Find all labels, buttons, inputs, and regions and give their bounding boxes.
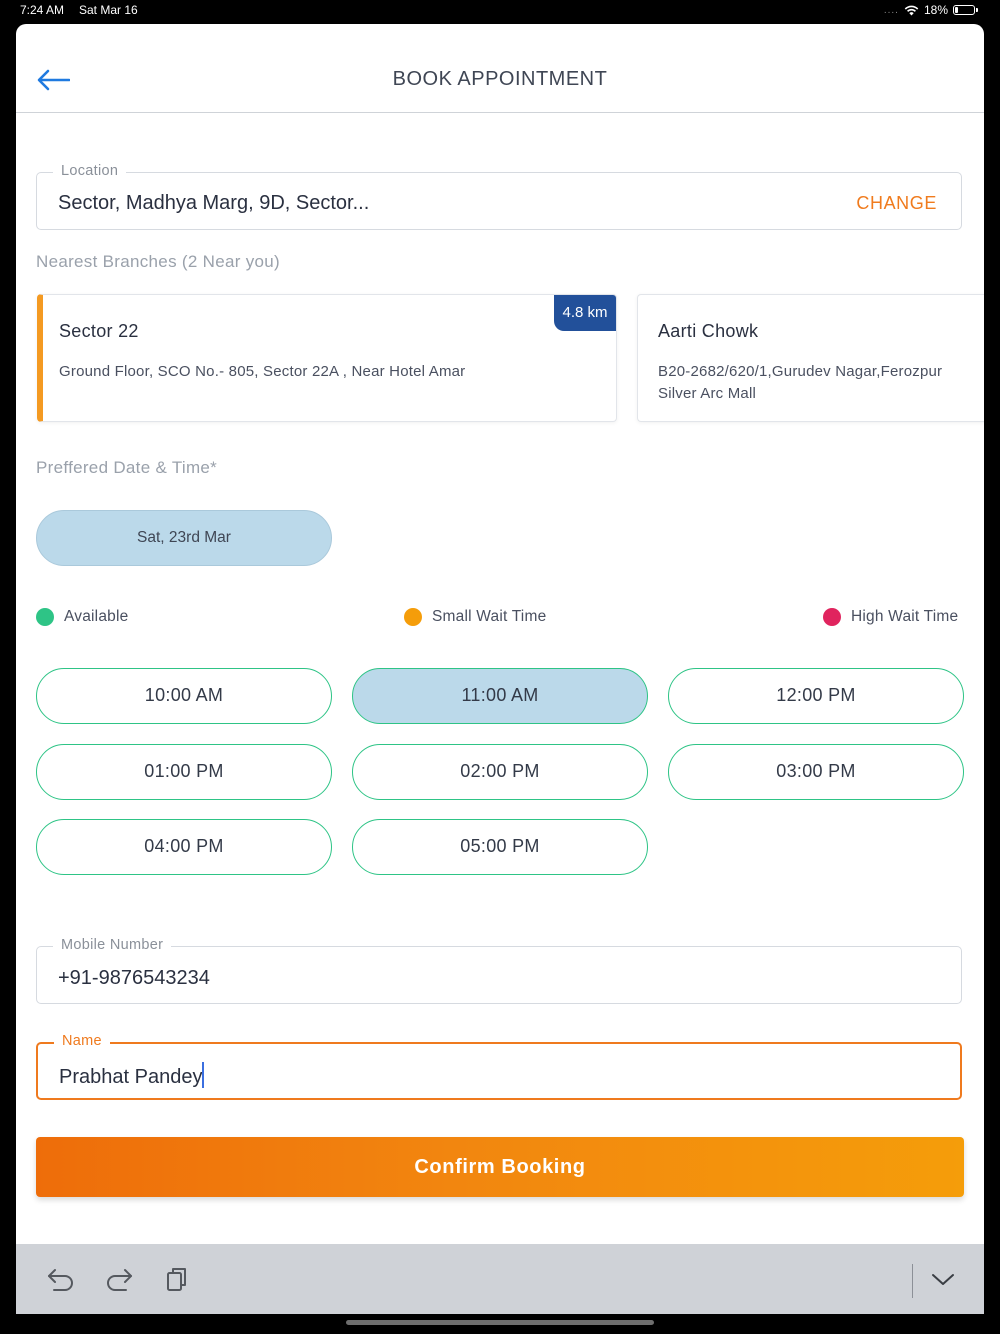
status-indicators: .... 18% [884,3,978,17]
location-label: Location [53,163,127,179]
date-selector-button[interactable]: Sat, 23rd Mar [36,510,332,566]
legend-label: High Wait Time [851,608,959,625]
small-wait-dot-icon [404,608,422,626]
branch-address: B20-2682/620/1,Gurudev Nagar,Ferozpur Si… [658,363,943,402]
legend-small-wait: Small Wait Time [404,608,546,626]
branch-name: Aarti Chowk [658,321,759,341]
booking-sheet: BOOK APPOINTMENT Location Sector, Madhya… [16,24,984,1314]
branch-name: Sector 22 [59,321,139,341]
name-field[interactable]: Name Prabhat Pandey [36,1033,962,1100]
confirm-booking-button[interactable]: Confirm Booking [36,1137,964,1197]
legend-available: Available [36,608,128,626]
time-slot-10am[interactable]: 10:00 AM [36,668,332,724]
time-slot-1pm[interactable]: 01:00 PM [36,744,332,800]
location-value: Sector, Madhya Marg, 9D, Sector... [58,192,370,214]
name-input-text: Prabhat Pandey [59,1062,205,1089]
mobile-number-field[interactable]: Mobile Number +91-9876543234 [36,937,962,1004]
paste-icon[interactable] [162,1265,192,1293]
time-slot-3pm[interactable]: 03:00 PM [668,744,964,800]
time-slot-12pm[interactable]: 12:00 PM [668,668,964,724]
header: BOOK APPOINTMENT [16,24,984,113]
home-indicator[interactable] [346,1320,654,1325]
text-cursor [202,1062,205,1088]
branch-card-sector-22[interactable]: Sector 22 Ground Floor, SCO No.- 805, Se… [37,294,617,422]
available-dot-icon [36,608,54,626]
page-title: BOOK APPOINTMENT [392,68,608,90]
battery-tip [976,8,978,12]
legend-high-wait: High Wait Time [823,608,958,626]
battery-percent: 18% [923,3,948,17]
keyboard-shortcut-bar [16,1244,984,1314]
date-time-heading: Preffered Date & Time* [36,458,218,477]
name-label: Name [54,1033,110,1049]
time-slot-11am[interactable]: 11:00 AM [352,668,648,724]
status-bar: 7:24 AM Sat Mar 16 .... 18% [0,0,1000,22]
branch-card-aarti-chowk[interactable]: Aarti Chowk B20-2682/620/1,Gurudev Nagar… [637,294,984,422]
signal-icon: .... [883,4,899,16]
mobile-number-label: Mobile Number [53,937,172,953]
high-wait-dot-icon [823,608,841,626]
toolbar-divider [912,1264,913,1298]
time-slot-2pm[interactable]: 02:00 PM [352,744,648,800]
nearest-branches-heading: Nearest Branches (2 Near you) [36,252,280,271]
time-slot-4pm[interactable]: 04:00 PM [36,819,332,875]
distance-badge: 4.8 km [554,295,616,331]
time-slot-5pm[interactable]: 05:00 PM [352,819,648,875]
legend-label: Small Wait Time [432,608,547,625]
mobile-number-value: +91-9876543234 [58,967,210,989]
status-time: 7:24 AM [20,3,65,17]
name-value: Prabhat Pandey [59,1066,203,1088]
battery-icon [953,5,975,15]
branch-address: Ground Floor, SCO No.- 805, Sector 22A ,… [59,363,466,380]
redo-icon[interactable] [104,1265,134,1293]
location-field[interactable]: Location Sector, Madhya Marg, 9D, Sector… [36,163,962,230]
chevron-down-icon[interactable] [928,1265,958,1293]
undo-icon[interactable] [46,1265,76,1293]
wifi-icon [904,5,919,15]
change-location-button[interactable]: CHANGE [856,193,937,214]
status-date: Sat Mar 16 [79,3,138,17]
legend-label: Available [64,608,129,625]
